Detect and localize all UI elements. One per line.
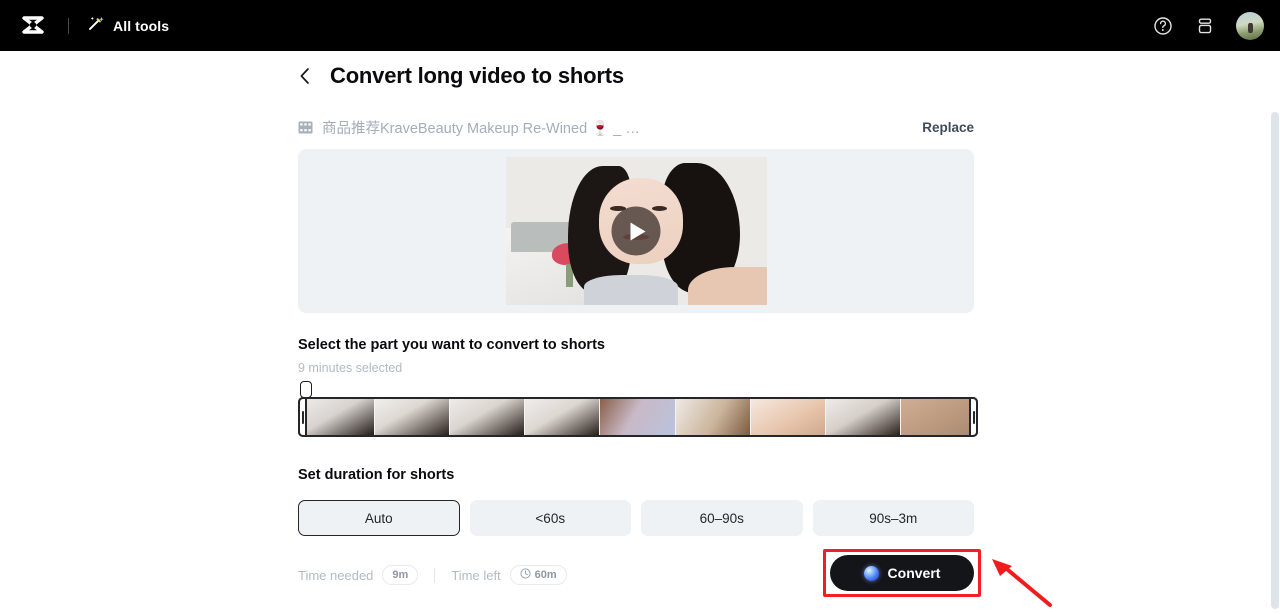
set-duration-heading: Set duration for shorts bbox=[298, 467, 974, 483]
red-arrow-icon bbox=[988, 557, 1054, 609]
chevron-left-icon[interactable] bbox=[298, 65, 316, 87]
all-tools-button[interactable]: All tools bbox=[87, 15, 169, 37]
video-preview-panel bbox=[298, 149, 974, 313]
duration-option-label: 90s–3m bbox=[869, 511, 917, 526]
trim-handle-left[interactable] bbox=[298, 397, 307, 437]
all-tools-label: All tools bbox=[113, 18, 169, 34]
replace-button[interactable]: Replace bbox=[922, 120, 974, 135]
time-left-label: Time left bbox=[451, 568, 500, 583]
duration-option-1[interactable]: Auto bbox=[298, 500, 460, 536]
nav-divider bbox=[68, 18, 69, 34]
timeline-frame bbox=[525, 399, 600, 435]
timeline-filmstrip[interactable] bbox=[298, 397, 978, 437]
page-header: Convert long video to shorts bbox=[298, 51, 974, 89]
time-needed-group: Time needed 9m bbox=[298, 565, 418, 585]
clock-icon bbox=[520, 568, 531, 582]
topbar-actions bbox=[1152, 0, 1264, 51]
video-thumbnail bbox=[506, 157, 767, 305]
duration-option-2[interactable]: <60s bbox=[470, 500, 632, 536]
time-left-group: Time left 60m bbox=[451, 565, 566, 585]
convert-button[interactable]: Convert bbox=[830, 555, 974, 591]
selected-duration-note: 9 minutes selected bbox=[298, 361, 974, 375]
stack-layers-icon[interactable] bbox=[1194, 15, 1216, 37]
user-avatar[interactable] bbox=[1236, 12, 1264, 40]
capcut-logo-icon[interactable] bbox=[18, 11, 48, 41]
help-circle-icon[interactable] bbox=[1152, 15, 1174, 37]
time-needed-value: 9m bbox=[392, 569, 408, 581]
convert-button-label: Convert bbox=[888, 565, 941, 581]
trim-handle-right[interactable] bbox=[969, 397, 978, 437]
duration-option-label: Auto bbox=[365, 511, 393, 526]
timeline bbox=[298, 383, 974, 443]
play-icon[interactable] bbox=[612, 207, 661, 256]
duration-option-4[interactable]: 90s–3m bbox=[813, 500, 975, 536]
timeline-frames bbox=[300, 399, 976, 435]
page-body: Convert long video to shorts 商品推荐KraveBe… bbox=[0, 51, 1280, 595]
time-needed-label: Time needed bbox=[298, 568, 373, 583]
timeline-frame bbox=[901, 399, 976, 435]
time-needed-badge: 9m bbox=[382, 565, 418, 585]
footer-divider bbox=[434, 568, 435, 583]
page-title: Convert long video to shorts bbox=[330, 63, 624, 89]
timeline-frame bbox=[375, 399, 450, 435]
magic-wand-icon bbox=[87, 15, 104, 37]
film-strip-icon bbox=[298, 121, 313, 134]
content-column: Convert long video to shorts 商品推荐KraveBe… bbox=[298, 51, 974, 595]
time-left-value: 60m bbox=[535, 569, 557, 581]
timeline-frame bbox=[826, 399, 901, 435]
duration-option-label: <60s bbox=[535, 511, 565, 526]
source-file-row: 商品推荐KraveBeauty Makeup Re-Wined 🍷 _ … Re… bbox=[298, 117, 974, 137]
duration-option-3[interactable]: 60–90s bbox=[641, 500, 803, 536]
duration-option-label: 60–90s bbox=[700, 511, 744, 526]
source-file-name: 商品推荐KraveBeauty Makeup Re-Wined 🍷 _ … bbox=[322, 117, 640, 138]
select-part-heading: Select the part you want to convert to s… bbox=[298, 337, 974, 353]
footer-bar: Time needed 9m Time left 60m bbox=[298, 555, 974, 595]
duration-options: Auto <60s 60–90s 90s–3m bbox=[298, 500, 974, 536]
timeline-frame bbox=[751, 399, 826, 435]
timeline-frame bbox=[676, 399, 751, 435]
ai-orb-icon bbox=[864, 566, 879, 581]
time-left-badge: 60m bbox=[510, 565, 567, 585]
timeline-frame bbox=[600, 399, 675, 435]
page-scrollbar[interactable] bbox=[1271, 112, 1279, 609]
top-navigation-bar: All tools bbox=[0, 0, 1280, 51]
timeline-frame bbox=[450, 399, 525, 435]
